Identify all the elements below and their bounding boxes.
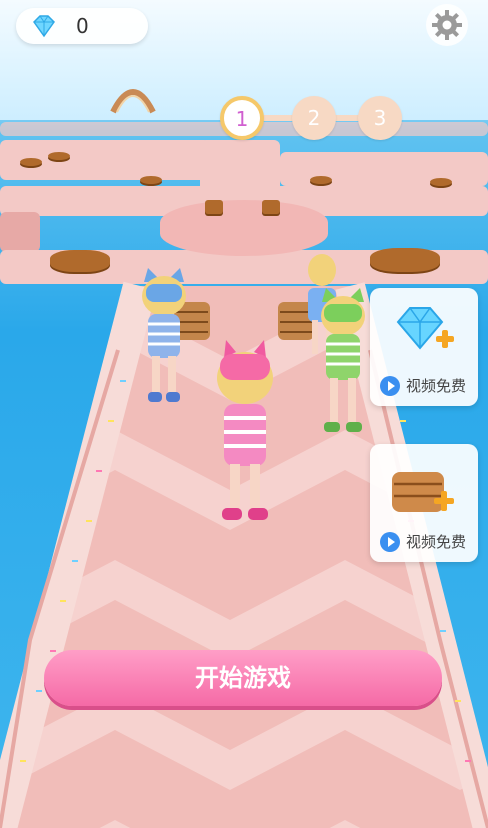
start-game-button[interactable]: 开始游戏 [44, 650, 442, 706]
settings-button[interactable] [426, 4, 468, 46]
diamond-plus-icon [396, 307, 454, 350]
level-node-3: 3 [358, 96, 402, 140]
gem-counter: 0 [16, 8, 148, 44]
free-wafer-label: 视频免费 [406, 533, 467, 551]
video-play-icon [380, 376, 400, 396]
level-node-2: 2 [292, 96, 336, 140]
free-gems-label: 视频免费 [406, 377, 467, 395]
wafer-plus-icon [392, 472, 454, 512]
video-play-icon [380, 532, 400, 552]
character-green [321, 288, 365, 432]
gem-count: 0 [76, 14, 89, 38]
diamond-icon [33, 15, 55, 38]
free-gems-video-button[interactable]: 视频免费 [370, 288, 478, 406]
free-wafer-video-button[interactable]: 视频免费 [370, 444, 478, 562]
character-pink-player [217, 340, 273, 520]
character-blue [142, 268, 186, 402]
gear-icon [432, 10, 462, 40]
level-node-1: 1 [220, 96, 264, 140]
